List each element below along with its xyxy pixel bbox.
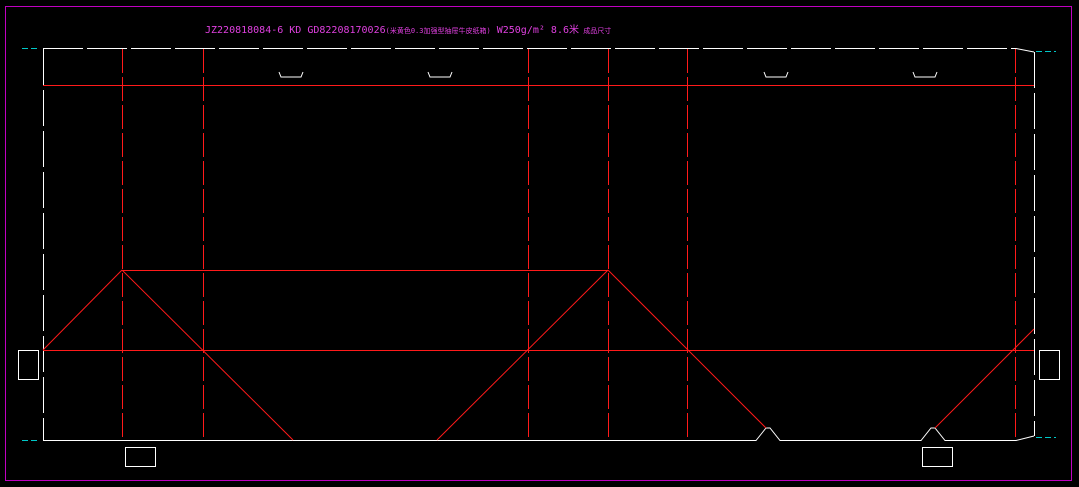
- bottom-tab-left: [125, 447, 156, 467]
- title-part: JZ220818084-6 KD GD82208170026: [205, 25, 386, 36]
- drawing-title: JZ220818084-6 KD GD82208170026(米黄色0.3加强型…: [205, 23, 611, 36]
- title-part: 8.6米: [551, 23, 579, 36]
- left-tab: [18, 350, 39, 380]
- title-part: 成品尺寸: [579, 26, 611, 35]
- drawing-frame: [5, 6, 1072, 481]
- dieline-drawing: JZ220818084-6 KD GD82208170026(米黄色0.3加强型…: [5, 6, 1072, 481]
- title-part: W250g/m²: [491, 25, 551, 36]
- bottom-tab-right: [922, 447, 953, 467]
- title-part: (米黄色0.3加强型抽屉牛皮纸箱): [386, 26, 491, 35]
- cut-outline: [43, 48, 1035, 441]
- fold-lines: [42, 49, 1035, 441]
- center-marks: [22, 48, 1056, 441]
- right-tab: [1039, 350, 1060, 380]
- tab-markers: [18, 350, 1060, 467]
